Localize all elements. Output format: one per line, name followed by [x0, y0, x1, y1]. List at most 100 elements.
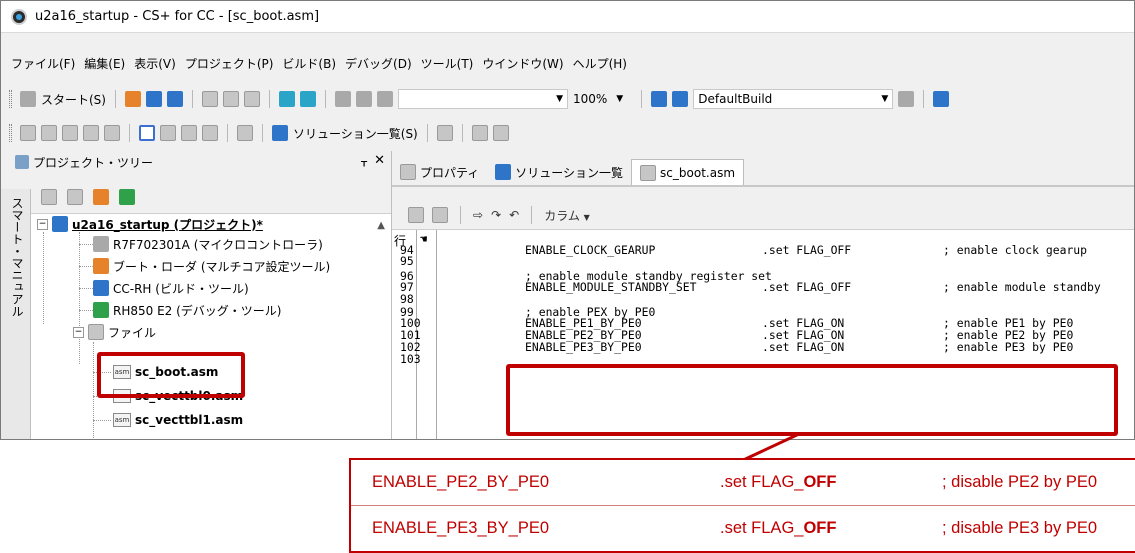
menu-tools[interactable]: ツール(T) [421, 55, 474, 72]
redo-icon[interactable]: ↷ [491, 208, 501, 222]
window-title: u2a16_startup - CS+ for CC - [sc_boot.as… [35, 9, 320, 24]
zoom-level[interactable]: 100% [573, 92, 607, 106]
toolbar-separator [114, 90, 116, 108]
compare-icon[interactable] [492, 125, 509, 141]
toolbar-grip[interactable] [9, 124, 12, 142]
nav-back-icon[interactable] [20, 125, 36, 141]
new-file-icon[interactable] [124, 91, 141, 107]
menu-window[interactable]: ウインドウ(W) [482, 55, 563, 72]
asm-file-icon: asm [113, 413, 131, 427]
user-icon[interactable] [93, 189, 109, 205]
undo-icon[interactable]: ↶ [509, 208, 519, 222]
copy-icon[interactable] [222, 91, 239, 107]
menu-file[interactable]: ファイル(F) [11, 55, 75, 72]
callout-key: ENABLE_PE2_BY_PE0 [372, 473, 550, 491]
tab-sc-boot[interactable]: sc_boot.asm [631, 159, 745, 185]
panel-icon[interactable] [181, 125, 197, 141]
tab-label: プロパティ [420, 165, 480, 180]
bookmark-next-icon[interactable] [83, 125, 99, 141]
nav-forward-icon[interactable] [41, 125, 57, 141]
build-tool-icon[interactable] [898, 91, 915, 107]
tree-file-sc-vecttbl1[interactable]: asm sc_vecttbl1.asm [113, 410, 243, 430]
tree-item-build-tool[interactable]: CC-RH (ビルド・ツール) [93, 278, 249, 298]
help-icon[interactable] [436, 125, 453, 141]
layout-icon[interactable] [237, 125, 253, 141]
menu-project[interactable]: プロジェクト(P) [185, 55, 274, 72]
window-icon[interactable] [139, 125, 155, 141]
collapse-icon[interactable]: − [37, 218, 48, 230]
tree-item-microcontroller[interactable]: R7F702301A (マイクロコントローラ) [93, 234, 323, 254]
panel-icon[interactable] [202, 125, 218, 141]
tree-file-label: sc_vecttbl1.asm [135, 413, 244, 427]
bookmark-prev-icon[interactable] [104, 125, 120, 141]
callout-set: .set FLAG_OFF [720, 473, 837, 491]
save-icon[interactable] [145, 91, 162, 107]
project-tree-icon [15, 155, 29, 169]
toolbar-separator [531, 206, 533, 224]
callout-set: .set FLAG_OFF [720, 519, 837, 537]
clock-icon[interactable] [67, 189, 83, 205]
scroll-up-icon[interactable]: ▲ [377, 220, 385, 231]
toolbar-separator [262, 124, 263, 142]
bookmark-clear-icon[interactable] [432, 207, 448, 223]
build-icon[interactable] [651, 91, 668, 107]
start-icon[interactable] [20, 91, 36, 107]
compare-icon[interactable] [471, 125, 488, 141]
menu-help[interactable]: ヘルプ(H) [573, 55, 627, 72]
collapse-icon[interactable]: − [73, 326, 84, 338]
build-config-select[interactable]: DefaultBuild ▼ [693, 89, 894, 109]
chevron-down-icon[interactable]: ▼ [556, 94, 563, 104]
tree-item-label: R7F702301A (マイクロコントローラ) [113, 237, 323, 252]
debug-icon[interactable] [933, 91, 950, 107]
tree-folder-files[interactable]: − ファイル [73, 322, 156, 342]
tree-item-label: ブート・ローダ (マルチコア設定ツール) [113, 259, 331, 274]
toolbar-separator [923, 90, 925, 108]
toolbar-separator [460, 206, 461, 224]
menu-edit[interactable]: 編集(E) [84, 55, 125, 72]
columns-button[interactable]: カラム ▼ [544, 207, 590, 224]
main-toolbar: スタート(S) ▼ 100% ▼ DefaultBuild ▼ [1, 85, 1134, 113]
pin-icon[interactable]: ᚁ [361, 154, 367, 168]
start-button[interactable]: スタート(S) [41, 91, 106, 108]
cut-icon[interactable] [201, 91, 218, 107]
toolbar-grip[interactable] [9, 90, 12, 108]
undo-icon[interactable] [278, 91, 295, 107]
menu-debug[interactable]: デバッグ(D) [345, 55, 412, 72]
close-icon[interactable]: ✕ [374, 153, 385, 168]
zoom-dropdown[interactable]: ▼ [612, 89, 632, 109]
sort-icon[interactable] [41, 189, 57, 205]
tree-root[interactable]: − u2a16_startup (プロジェクト)* [37, 214, 263, 234]
find-in-files-icon[interactable] [376, 91, 393, 107]
solution-list-button[interactable]: ソリューション一覧(S) [293, 125, 418, 142]
toolbar-separator [641, 90, 643, 108]
tab-properties[interactable]: プロパティ [392, 159, 487, 185]
tab-solution-list[interactable]: ソリューション一覧 [487, 159, 631, 185]
chevron-down-icon[interactable]: ▼ [881, 94, 888, 104]
tab-label: sc_boot.asm [660, 165, 736, 180]
tree-item-debug-tool[interactable]: RH850 E2 (デバッグ・ツール) [93, 300, 281, 320]
paste-icon[interactable] [243, 91, 260, 107]
chevron-down-icon[interactable]: ▼ [616, 94, 623, 104]
callout-row: ENABLE_PE3_BY_PE0 .set FLAG_OFF ; disabl… [351, 506, 1135, 551]
bookmark-icon[interactable] [62, 125, 78, 141]
asm-file-icon [640, 164, 657, 181]
menu-build[interactable]: ビルド(B) [282, 55, 336, 72]
rebuild-icon[interactable] [672, 91, 689, 107]
smart-manual-side-tab[interactable]: スマート・マニュアル [1, 189, 31, 439]
redo-icon[interactable] [299, 91, 316, 107]
toolbar-separator [426, 124, 428, 142]
solution-list-icon[interactable] [272, 125, 288, 141]
refresh-icon[interactable] [119, 189, 135, 205]
replace-icon[interactable] [355, 91, 372, 107]
find-icon[interactable] [334, 91, 351, 107]
search-combo[interactable]: ▼ [397, 89, 568, 109]
project-icon [52, 216, 68, 232]
menu-bar: ファイル(F) 編集(E) 表示(V) プロジェクト(P) ビルド(B) デバッ… [1, 53, 1134, 73]
bookmark-icon[interactable] [408, 207, 424, 223]
menu-view[interactable]: 表示(V) [134, 55, 176, 72]
tree-item-bootloader[interactable]: ブート・ローダ (マルチコア設定ツール) [93, 256, 330, 276]
file-highlight-box [97, 352, 245, 398]
jump-icon[interactable]: ⇨ [473, 208, 483, 222]
panel-icon[interactable] [160, 125, 176, 141]
save-all-icon[interactable] [166, 91, 183, 107]
